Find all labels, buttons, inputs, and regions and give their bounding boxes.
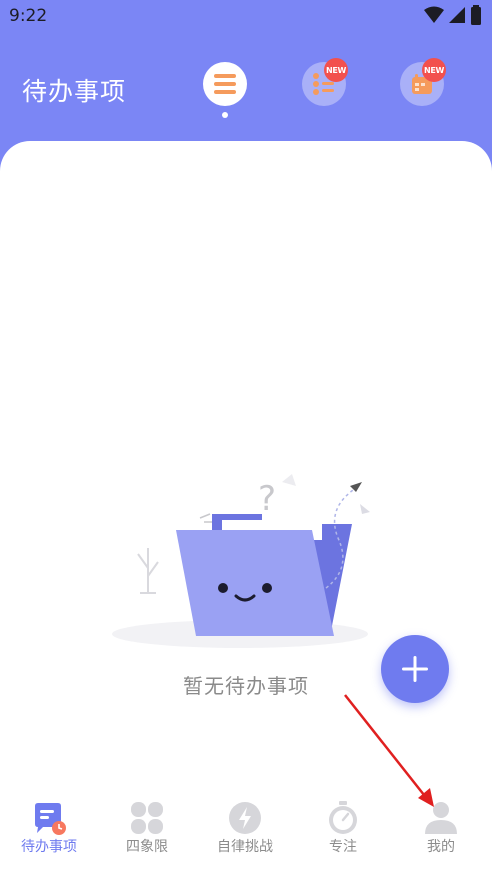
- header: 待办事项 NEW NEW: [0, 34, 492, 144]
- signal-icon: [449, 7, 465, 23]
- new-badge: NEW: [324, 58, 348, 82]
- status-bar: 9:22: [0, 0, 492, 34]
- nav-label: 专注: [329, 839, 357, 855]
- nav-item-profile[interactable]: 我的: [392, 791, 490, 874]
- status-time: 9:22: [9, 6, 48, 26]
- timer-icon: [329, 801, 357, 834]
- add-task-button[interactable]: [381, 635, 449, 703]
- plus-icon: [402, 656, 428, 682]
- calendar-view-button[interactable]: NEW: [400, 58, 446, 106]
- nav-label: 待办事项: [21, 839, 77, 855]
- list-icon: [214, 74, 236, 94]
- active-indicator-dot: [222, 112, 228, 118]
- challenge-icon: [229, 802, 261, 834]
- wifi-icon: [424, 6, 444, 23]
- nav-item-focus[interactable]: 专注: [294, 791, 392, 874]
- checklist-view-button[interactable]: NEW: [302, 58, 348, 106]
- empty-folder-illustration: ?: [112, 474, 370, 648]
- battery-icon: [471, 5, 481, 25]
- page-title: 待办事项: [22, 77, 127, 106]
- quadrant-icon: [131, 802, 163, 834]
- todo-icon: [35, 803, 66, 835]
- nav-item-quadrant[interactable]: 四象限: [98, 791, 196, 874]
- profile-icon: [425, 802, 457, 834]
- bottom-nav: 待办事项 四象限 自律挑战 专注 我的: [0, 791, 492, 874]
- list-view-button[interactable]: [203, 62, 247, 106]
- nav-label: 四象限: [126, 839, 168, 855]
- svg-text:?: ?: [258, 479, 276, 519]
- nav-item-todo[interactable]: 待办事项: [0, 791, 98, 874]
- nav-label: 我的: [427, 839, 455, 855]
- nav-label: 自律挑战: [217, 839, 273, 855]
- nav-item-challenge[interactable]: 自律挑战: [196, 791, 294, 874]
- new-badge: NEW: [422, 58, 446, 82]
- status-icons: [424, 5, 482, 25]
